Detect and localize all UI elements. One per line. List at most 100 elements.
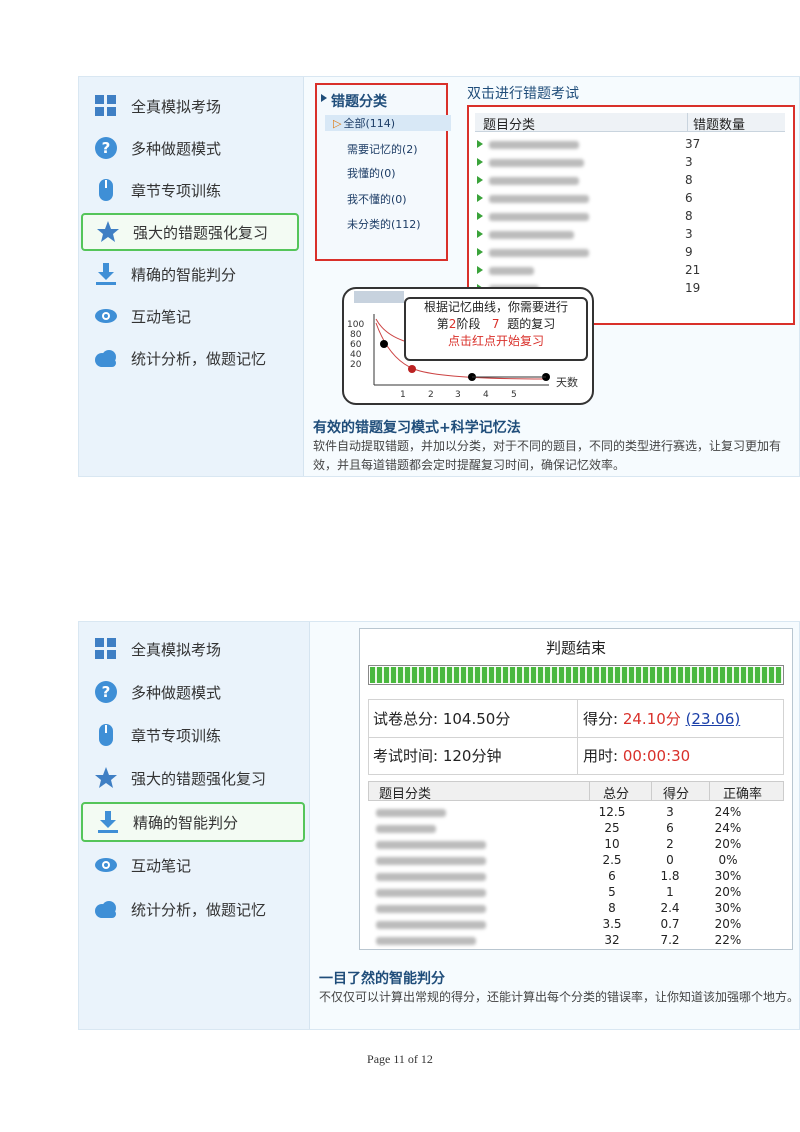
wrong-count: 8: [685, 209, 693, 223]
category-panel: 错题分类 ▷ 全部(114) 需要记忆的(2) 我懂的(0) 我不懂的(0) 未分…: [315, 83, 451, 261]
question-icon: ?: [93, 679, 119, 705]
blurred-category-name: [376, 857, 486, 865]
blurred-category-name: [489, 177, 579, 185]
x-tick: 2: [428, 390, 434, 400]
sidebar-item-label: 章节专项训练: [131, 726, 222, 745]
category-item-unclassified[interactable]: 未分类的(112): [347, 216, 421, 232]
row-total: 25: [604, 821, 620, 835]
row-score: 1: [666, 885, 674, 899]
cloud-icon: [93, 896, 119, 922]
sidebar-item-practice-modes[interactable]: ? 多种做题模式: [81, 673, 305, 711]
sidebar-item-statistics[interactable]: 统计分析，做题记忆: [81, 890, 305, 928]
row-score: 2.4: [660, 901, 680, 915]
row-accuracy: 22%: [714, 933, 742, 947]
expand-arrow-icon[interactable]: [477, 140, 483, 148]
eye-icon: [93, 303, 119, 329]
blurred-category-name: [489, 267, 534, 275]
sidebar-item-chapter-training[interactable]: 章节专项训练: [81, 171, 299, 209]
row-total: 6: [608, 869, 616, 883]
feature-preview: 判题结束 试卷总分: 104.50分 得分: 24.10分 (23.06) 考试…: [311, 622, 799, 1029]
y-tick: 80: [350, 330, 362, 340]
score-detail-link[interactable]: (23.06): [686, 710, 741, 728]
memory-curve-panel: 100 80 60 40 20 1 2 3 4 5 天数 根据记忆曲线，你需要进…: [342, 287, 594, 405]
sidebar-item-label: 统计分析，做题记忆: [131, 900, 267, 919]
cloud-icon: [93, 345, 119, 371]
star-icon: [95, 219, 121, 245]
x-tick: 4: [483, 390, 489, 400]
row-score: 0.7: [660, 917, 680, 931]
wrong-count: 21: [685, 263, 701, 277]
sidebar-item-notes[interactable]: 互动笔记: [81, 297, 299, 335]
blurred-category-name: [489, 213, 589, 221]
progress-fill: [370, 667, 782, 683]
sidebar-item-simulated-exam[interactable]: 全真模拟考场: [81, 87, 299, 125]
sidebar-item-simulated-exam[interactable]: 全真模拟考场: [81, 630, 305, 668]
wrong-count: 8: [685, 173, 693, 187]
svg-text:?: ?: [102, 139, 111, 157]
blurred-category-name: [489, 249, 589, 257]
expand-arrow-icon[interactable]: [477, 266, 483, 274]
wrong-count: 37: [685, 137, 701, 151]
page-number: Page 11 of 12: [367, 1052, 433, 1066]
curve-point[interactable]: [380, 340, 388, 348]
blurred-category-name: [376, 873, 486, 881]
expand-arrow-icon[interactable]: [477, 230, 483, 238]
sidebar-item-smart-grading[interactable]: 精确的智能判分: [81, 255, 299, 293]
sidebar-item-practice-modes[interactable]: ? 多种做题模式: [81, 129, 299, 167]
category-item-not-understood[interactable]: 我不懂的(0): [347, 191, 407, 207]
blurred-category-name: [489, 141, 579, 149]
panel-wrong-question-review: 全真模拟考场 ? 多种做题模式 章节专项训练 强大的错题强化复习 精确的智能判分…: [78, 76, 800, 477]
row-accuracy: 30%: [714, 869, 742, 883]
total-score-value: 104.50分: [442, 710, 511, 728]
review-red-dot[interactable]: [408, 365, 416, 373]
y-tick: 20: [350, 360, 362, 370]
sidebar-item-label: 章节专项训练: [131, 181, 222, 200]
callout-action-link[interactable]: 点击红点开始复习: [406, 333, 586, 350]
blurred-category-name: [489, 195, 589, 203]
expand-arrow-icon[interactable]: [477, 194, 483, 202]
expand-arrow-icon[interactable]: [477, 158, 483, 166]
mouse-icon: [93, 722, 119, 748]
sidebar-item-statistics[interactable]: 统计分析，做题记忆: [81, 339, 299, 377]
obtained-score: 得分: 24.10分 (23.06): [583, 710, 741, 728]
row-total: 10: [604, 837, 620, 851]
question-icon: ?: [93, 135, 119, 161]
feature-sidebar: 全真模拟考场 ? 多种做题模式 章节专项训练 强大的错题强化复习 精确的智能判分…: [79, 77, 304, 476]
wrong-count: 9: [685, 245, 693, 259]
sidebar-item-chapter-training[interactable]: 章节专项训练: [81, 716, 305, 754]
blurred-category-name: [376, 937, 476, 945]
sidebar-item-notes[interactable]: 互动笔记: [81, 846, 305, 884]
callout-line-2: 第2阶段 7 题的复习: [436, 317, 556, 331]
question-count: 7: [491, 317, 500, 331]
section-description: 不仅仅可以计算出常规的得分，还能计算出每个分类的错误率，让你知道该加强哪个地方。: [319, 990, 800, 1004]
row-score: 2: [666, 837, 674, 851]
download-icon: [95, 809, 121, 835]
sidebar-item-label: 统计分析，做题记忆: [131, 349, 267, 368]
expand-arrow-icon[interactable]: [477, 212, 483, 220]
category-item-understood[interactable]: 我懂的(0): [347, 165, 396, 181]
blurred-category-name: [376, 889, 486, 897]
svg-text:?: ?: [102, 683, 111, 701]
y-tick: 60: [350, 340, 362, 350]
sidebar-item-wrong-review[interactable]: 强大的错题强化复习: [81, 759, 305, 797]
memory-callout: 根据记忆曲线，你需要进行 第2阶段 7 题的复习 点击红点开始复习: [404, 297, 588, 361]
result-title: 判题结束: [545, 639, 606, 657]
expand-arrow-icon[interactable]: [477, 248, 483, 256]
blurred-category-name: [376, 905, 486, 913]
category-item-memorize[interactable]: 需要记忆的(2): [347, 141, 418, 157]
sidebar-item-label: 多种做题模式: [131, 683, 222, 702]
expand-arrow-icon[interactable]: [477, 176, 483, 184]
feature-preview: 错题分类 ▷ 全部(114) 需要记忆的(2) 我懂的(0) 我不懂的(0) 未分…: [305, 77, 799, 476]
row-total: 3.5: [602, 917, 622, 931]
score-summary: 试卷总分: 104.50分 得分: 24.10分 (23.06) 考试时间: 1…: [368, 699, 784, 775]
wrong-count: 3: [685, 227, 693, 241]
y-tick: 40: [350, 350, 362, 360]
mouse-icon: [93, 177, 119, 203]
section-description: 软件自动提取错题，并加以分类，对于不同的题目，不同的类型进行赛选，让复习更加有效…: [313, 439, 782, 472]
category-item-all[interactable]: ▷ 全部(114): [325, 115, 451, 131]
result-table-header: 题目分类 总分 得分 正确率: [368, 781, 784, 802]
row-accuracy: 30%: [714, 901, 742, 915]
sidebar-item-wrong-review[interactable]: 强大的错题强化复习: [81, 213, 299, 251]
sidebar-item-smart-grading[interactable]: 精确的智能判分: [81, 802, 305, 842]
blurred-category-name: [376, 921, 486, 929]
